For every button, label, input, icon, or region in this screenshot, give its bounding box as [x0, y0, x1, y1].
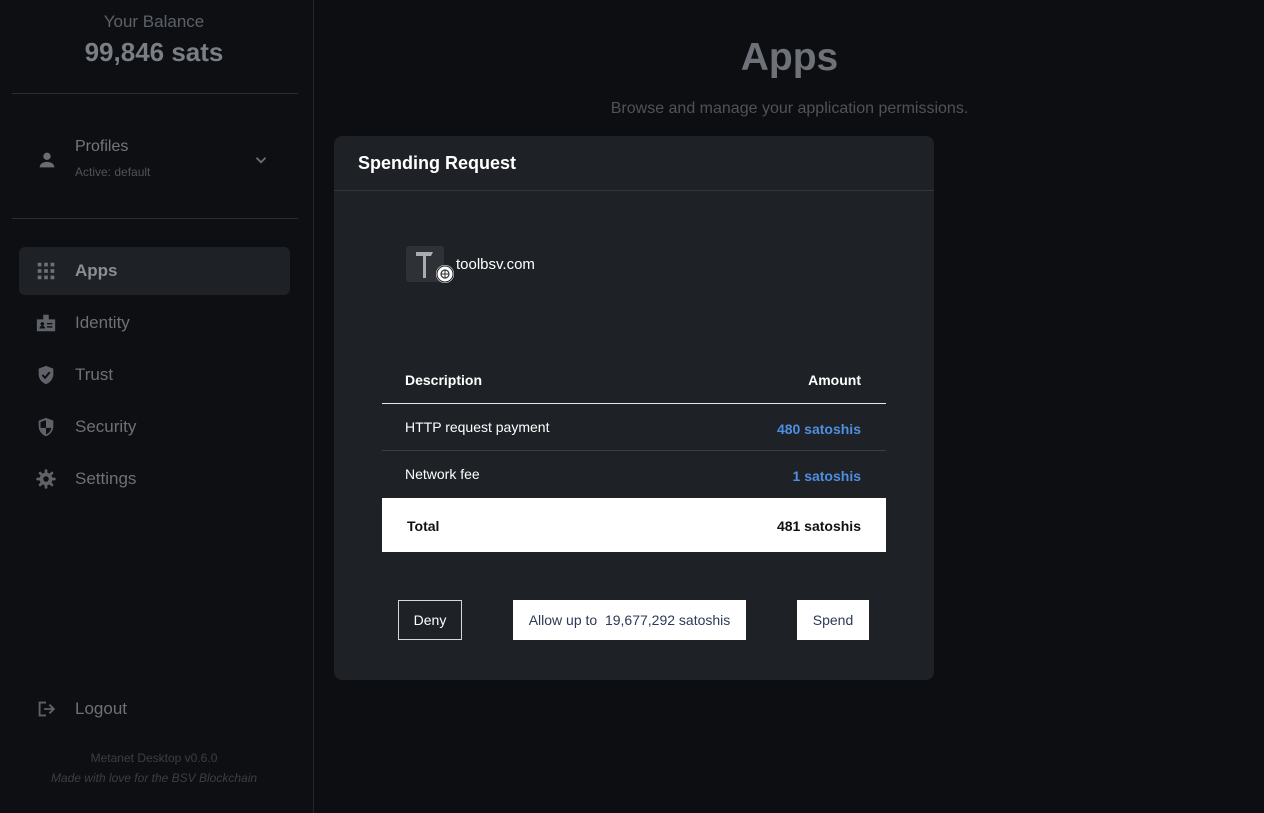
- balance-label: Your Balance: [103, 12, 205, 31]
- profiles-active: Active: default: [75, 165, 151, 179]
- identity-badge-icon: [36, 314, 56, 332]
- table-row: Network fee 1 satoshis: [382, 451, 886, 498]
- logout-icon: [38, 701, 56, 717]
- app-origin: toolbsv.com: [456, 256, 535, 273]
- row-amount: 1 satoshis: [792, 468, 861, 484]
- sidebar-divider: [12, 218, 298, 219]
- sidebar-divider: [12, 93, 298, 94]
- column-header-amount: Amount: [808, 372, 861, 388]
- sidebar-item-label: Trust: [75, 365, 114, 384]
- row-description: HTTP request payment: [405, 419, 550, 435]
- app-version: Metanet Desktop v0.6.0: [90, 751, 218, 765]
- apps-grid-icon: [37, 262, 55, 280]
- sidebar: Your Balance 99,846 sats Profiles Active…: [0, 0, 314, 813]
- spending-table: Description Amount HTTP request payment …: [382, 356, 886, 552]
- balance-value: 99,846 sats: [84, 37, 224, 67]
- total-label: Total: [407, 518, 440, 534]
- sidebar-item-security[interactable]: Security: [19, 403, 290, 451]
- sidebar-item-label: Security: [75, 417, 137, 436]
- row-description: Network fee: [405, 466, 480, 482]
- table-header: Description Amount: [382, 356, 886, 404]
- gear-icon: [36, 469, 56, 489]
- sidebar-item-identity[interactable]: Identity: [19, 299, 290, 347]
- logout-button[interactable]: Logout: [19, 685, 290, 733]
- profiles-title: Profiles: [75, 138, 129, 155]
- logout-label: Logout: [75, 699, 127, 718]
- deny-button[interactable]: Deny: [398, 600, 462, 640]
- app-tagline: Made with love for the BSV Blockchain: [50, 771, 258, 785]
- shield-check-icon: [38, 365, 54, 385]
- sidebar-item-label: Apps: [75, 261, 118, 280]
- globe-badge-icon: [436, 265, 454, 283]
- sidebar-item-apps[interactable]: Apps: [19, 247, 290, 295]
- sidebar-item-trust[interactable]: Trust: [19, 351, 290, 399]
- sidebar-item-settings[interactable]: Settings: [19, 455, 290, 503]
- dialog-divider: [334, 190, 934, 191]
- person-icon: [39, 152, 55, 168]
- chevron-down-icon[interactable]: [252, 151, 270, 169]
- allow-limit-button[interactable]: Allow up to 19,677,292 satoshis: [513, 600, 746, 640]
- column-header-description: Description: [405, 372, 483, 388]
- security-shield-icon: [38, 417, 54, 437]
- dialog-title: Spending Request: [358, 153, 517, 173]
- row-amount: 480 satoshis: [776, 421, 861, 437]
- table-total-row: Total 481 satoshis: [382, 498, 886, 552]
- sidebar-item-label: Identity: [75, 313, 130, 332]
- profiles-selector[interactable]: Profiles Active: default: [0, 130, 308, 190]
- sidebar-item-label: Settings: [75, 469, 137, 488]
- page-subtitle: Browse and manage your application permi…: [610, 100, 969, 117]
- spend-button[interactable]: Spend: [797, 600, 869, 640]
- table-row: HTTP request payment 480 satoshis: [382, 404, 886, 451]
- total-amount: 481 satoshis: [776, 518, 861, 534]
- page-title: Apps: [740, 36, 839, 79]
- spending-request-dialog: Spending Request toolbsv.com Description…: [334, 136, 934, 680]
